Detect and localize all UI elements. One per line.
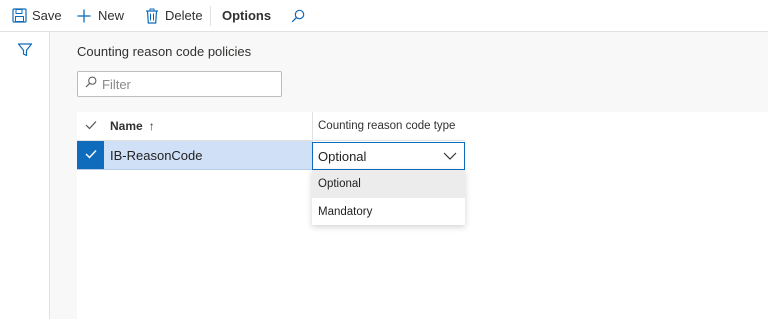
filter-field[interactable] — [77, 71, 282, 97]
sort-ascending-icon: ↑ — [148, 119, 155, 133]
column-divider[interactable] — [312, 112, 313, 140]
action-pane: Save New Delete Options — [0, 0, 768, 32]
column-header-type-label: Counting reason code type — [318, 120, 456, 132]
new-label: New — [98, 8, 125, 23]
toolbar-divider — [210, 6, 211, 26]
column-header-name[interactable]: Name ↑ — [110, 112, 155, 140]
search-icon — [78, 75, 97, 93]
trash-icon — [145, 8, 159, 24]
grid-header: Name ↑ Counting reason code type — [77, 112, 465, 141]
reason-code-type-select[interactable]: Optional — [312, 142, 465, 170]
options-label: Options — [222, 8, 272, 23]
type-dropdown-list: Optional Mandatory — [312, 170, 465, 225]
reason-code-type-value: Optional — [318, 148, 367, 164]
search-icon — [291, 9, 305, 23]
row-checkbox[interactable] — [77, 141, 104, 169]
save-label: Save — [32, 8, 62, 23]
chevron-down-icon[interactable] — [443, 147, 464, 165]
delete-button[interactable]: Delete — [145, 0, 203, 31]
dropdown-option-optional[interactable]: Optional — [312, 170, 465, 198]
options-tab[interactable]: Options — [222, 0, 271, 31]
funnel-icon[interactable] — [17, 42, 33, 58]
select-all-checkbox[interactable] — [77, 112, 104, 140]
new-button[interactable]: New — [76, 0, 124, 31]
checkmark-icon — [85, 146, 97, 164]
plus-icon — [76, 8, 92, 24]
delete-label: Delete — [165, 8, 203, 23]
save-button[interactable]: Save — [12, 0, 62, 31]
row-name-cell: IB-ReasonCode — [110, 147, 203, 163]
table-row[interactable]: IB-ReasonCode — [77, 141, 313, 170]
save-icon — [12, 8, 27, 23]
search-button[interactable] — [291, 0, 305, 31]
column-header-name-label: Name — [110, 119, 143, 133]
checkmark-icon — [85, 117, 97, 135]
filter-pane — [0, 32, 50, 319]
dropdown-option-mandatory[interactable]: Mandatory — [312, 198, 465, 226]
page-title: Counting reason code policies — [77, 44, 252, 59]
column-header-type[interactable]: Counting reason code type — [318, 112, 455, 140]
filter-input[interactable] — [102, 76, 272, 92]
